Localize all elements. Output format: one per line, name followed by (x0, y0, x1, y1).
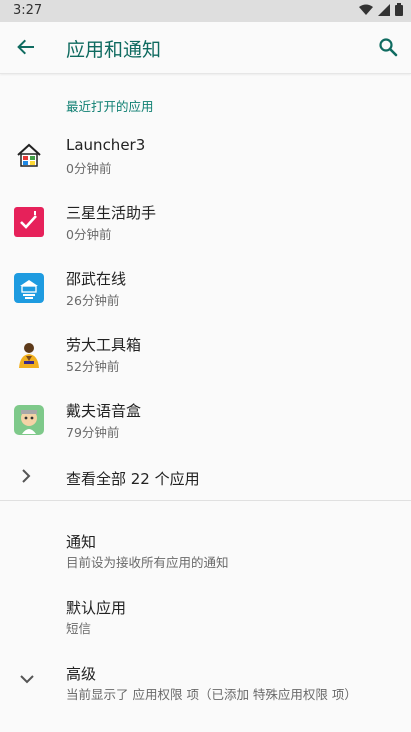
dave-voice-box-icon (14, 405, 44, 435)
setting-summary: 目前设为接收所有应用的通知 (66, 555, 229, 570)
section-divider (0, 500, 411, 501)
app-name: 劳大工具箱 (66, 336, 142, 354)
status-time: 3:27 (13, 3, 43, 18)
app-item-lao-da-toolbox[interactable]: 劳大工具箱 52分钟前 (0, 325, 411, 391)
setting-title: 通知 (66, 533, 97, 551)
app-last-used: 0分钟前 (66, 227, 112, 242)
settings-item-notifications[interactable]: 通知 目前设为接收所有应用的通知 (0, 531, 411, 591)
see-all-apps-button[interactable]: 查看全部 22 个应用 (0, 455, 411, 499)
settings-item-default-apps[interactable]: 默认应用 短信 (0, 597, 411, 657)
app-name: Launcher3 (66, 136, 146, 154)
search-icon[interactable] (377, 36, 399, 58)
app-name: 三星生活助手 (66, 204, 157, 222)
app-name: 邵武在线 (66, 270, 127, 288)
settings-item-advanced[interactable]: 高级 当前显示了 应用权限 项（已添加 特殊应用权限 项） (0, 663, 411, 723)
launcher3-icon (17, 143, 41, 167)
page-title: 应用和通知 (66, 39, 162, 61)
status-icons (359, 3, 403, 16)
app-item-launcher3[interactable]: Launcher3 0分钟前 (0, 127, 411, 193)
app-bar: 应用和通知 (0, 22, 411, 74)
samsung-life-assistant-icon (14, 207, 44, 237)
setting-summary: 当前显示了 应用权限 项（已添加 特殊应用权限 项） (66, 687, 357, 702)
app-name: 戴夫语音盒 (66, 402, 142, 420)
app-last-used: 26分钟前 (66, 293, 120, 308)
app-item-dave-voice-box[interactable]: 戴夫语音盒 79分钟前 (0, 391, 411, 457)
app-last-used: 79分钟前 (66, 425, 120, 440)
chevron-down-icon (20, 675, 34, 684)
app-item-shaowu-online[interactable]: 邵武在线 26分钟前 (0, 259, 411, 325)
back-arrow-icon[interactable] (15, 36, 37, 58)
app-last-used: 0分钟前 (66, 161, 112, 176)
wifi-icon (359, 4, 373, 15)
shaowu-online-icon (14, 273, 44, 303)
see-all-apps-label: 查看全部 22 个应用 (66, 470, 200, 488)
setting-summary: 短信 (66, 621, 92, 636)
chevron-right-icon (22, 469, 31, 483)
signal-icon (378, 3, 390, 16)
battery-icon (395, 3, 403, 16)
setting-title: 高级 (66, 665, 97, 683)
app-item-samsung-life-assistant[interactable]: 三星生活助手 0分钟前 (0, 193, 411, 259)
recent-apps-header: 最近打开的应用 (66, 99, 154, 114)
setting-title: 默认应用 (66, 599, 127, 617)
app-last-used: 52分钟前 (66, 359, 120, 374)
lao-da-toolbox-icon (19, 343, 39, 368)
status-bar: 3:27 (0, 0, 411, 22)
